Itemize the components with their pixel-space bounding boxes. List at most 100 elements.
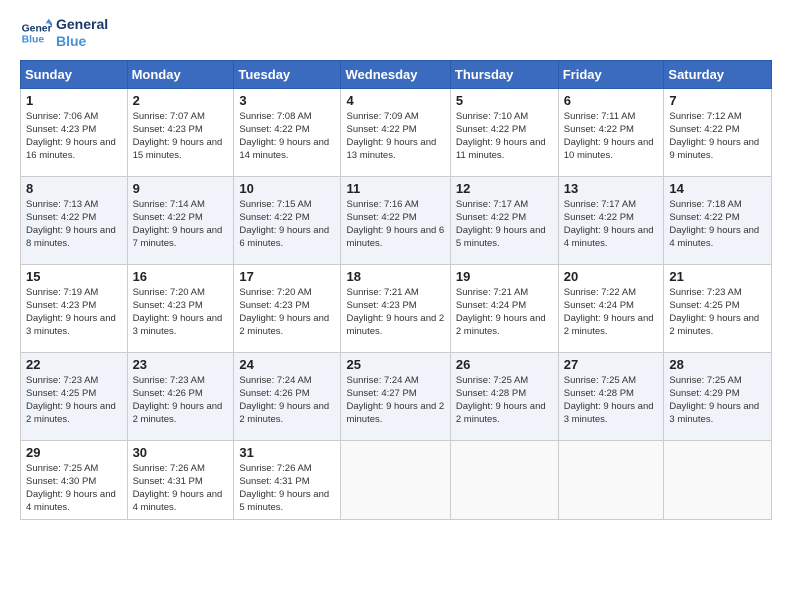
day-info: Sunrise: 7:23 AM Sunset: 4:25 PM Dayligh… [26, 374, 122, 427]
day-number: 16 [133, 269, 229, 284]
calendar-cell: 15 Sunrise: 7:19 AM Sunset: 4:23 PM Dayl… [21, 264, 128, 352]
day-info: Sunrise: 7:14 AM Sunset: 4:22 PM Dayligh… [133, 198, 229, 251]
day-info: Sunrise: 7:21 AM Sunset: 4:23 PM Dayligh… [346, 286, 444, 339]
weekday-header-wednesday: Wednesday [341, 60, 450, 88]
day-info: Sunrise: 7:25 AM Sunset: 4:28 PM Dayligh… [564, 374, 659, 427]
calendar-cell: 18 Sunrise: 7:21 AM Sunset: 4:23 PM Dayl… [341, 264, 450, 352]
day-info: Sunrise: 7:17 AM Sunset: 4:22 PM Dayligh… [456, 198, 553, 251]
calendar-cell: 5 Sunrise: 7:10 AM Sunset: 4:22 PM Dayli… [450, 88, 558, 176]
calendar-table: SundayMondayTuesdayWednesdayThursdayFrid… [20, 60, 772, 520]
day-number: 23 [133, 357, 229, 372]
day-info: Sunrise: 7:24 AM Sunset: 4:27 PM Dayligh… [346, 374, 444, 427]
day-number: 25 [346, 357, 444, 372]
day-info: Sunrise: 7:10 AM Sunset: 4:22 PM Dayligh… [456, 110, 553, 163]
day-info: Sunrise: 7:22 AM Sunset: 4:24 PM Dayligh… [564, 286, 659, 339]
day-number: 22 [26, 357, 122, 372]
day-number: 8 [26, 181, 122, 196]
calendar-cell: 7 Sunrise: 7:12 AM Sunset: 4:22 PM Dayli… [664, 88, 772, 176]
svg-text:Blue: Blue [22, 34, 45, 45]
day-number: 9 [133, 181, 229, 196]
calendar-cell: 31 Sunrise: 7:26 AM Sunset: 4:31 PM Dayl… [234, 440, 341, 519]
day-info: Sunrise: 7:25 AM Sunset: 4:28 PM Dayligh… [456, 374, 553, 427]
calendar-cell: 12 Sunrise: 7:17 AM Sunset: 4:22 PM Dayl… [450, 176, 558, 264]
calendar-cell: 8 Sunrise: 7:13 AM Sunset: 4:22 PM Dayli… [21, 176, 128, 264]
generalblue-logo-icon: General Blue [20, 17, 52, 49]
calendar-cell: 24 Sunrise: 7:24 AM Sunset: 4:26 PM Dayl… [234, 352, 341, 440]
day-number: 3 [239, 93, 335, 108]
day-info: Sunrise: 7:17 AM Sunset: 4:22 PM Dayligh… [564, 198, 659, 251]
calendar-cell: 16 Sunrise: 7:20 AM Sunset: 4:23 PM Dayl… [127, 264, 234, 352]
weekday-header-row: SundayMondayTuesdayWednesdayThursdayFrid… [21, 60, 772, 88]
day-number: 18 [346, 269, 444, 284]
calendar-cell [664, 440, 772, 519]
calendar-cell: 23 Sunrise: 7:23 AM Sunset: 4:26 PM Dayl… [127, 352, 234, 440]
day-number: 20 [564, 269, 659, 284]
day-info: Sunrise: 7:07 AM Sunset: 4:23 PM Dayligh… [133, 110, 229, 163]
calendar-cell: 20 Sunrise: 7:22 AM Sunset: 4:24 PM Dayl… [558, 264, 664, 352]
calendar-cell: 17 Sunrise: 7:20 AM Sunset: 4:23 PM Dayl… [234, 264, 341, 352]
day-info: Sunrise: 7:26 AM Sunset: 4:31 PM Dayligh… [239, 462, 335, 515]
day-number: 15 [26, 269, 122, 284]
calendar-cell: 28 Sunrise: 7:25 AM Sunset: 4:29 PM Dayl… [664, 352, 772, 440]
day-number: 6 [564, 93, 659, 108]
day-info: Sunrise: 7:11 AM Sunset: 4:22 PM Dayligh… [564, 110, 659, 163]
day-info: Sunrise: 7:19 AM Sunset: 4:23 PM Dayligh… [26, 286, 122, 339]
calendar-cell: 2 Sunrise: 7:07 AM Sunset: 4:23 PM Dayli… [127, 88, 234, 176]
calendar-cell: 27 Sunrise: 7:25 AM Sunset: 4:28 PM Dayl… [558, 352, 664, 440]
calendar-cell: 19 Sunrise: 7:21 AM Sunset: 4:24 PM Dayl… [450, 264, 558, 352]
day-info: Sunrise: 7:25 AM Sunset: 4:30 PM Dayligh… [26, 462, 122, 515]
day-info: Sunrise: 7:12 AM Sunset: 4:22 PM Dayligh… [669, 110, 766, 163]
calendar-cell: 30 Sunrise: 7:26 AM Sunset: 4:31 PM Dayl… [127, 440, 234, 519]
calendar-cell: 21 Sunrise: 7:23 AM Sunset: 4:25 PM Dayl… [664, 264, 772, 352]
day-info: Sunrise: 7:20 AM Sunset: 4:23 PM Dayligh… [239, 286, 335, 339]
day-info: Sunrise: 7:06 AM Sunset: 4:23 PM Dayligh… [26, 110, 122, 163]
day-info: Sunrise: 7:16 AM Sunset: 4:22 PM Dayligh… [346, 198, 444, 251]
day-number: 5 [456, 93, 553, 108]
calendar-cell [341, 440, 450, 519]
calendar-cell: 1 Sunrise: 7:06 AM Sunset: 4:23 PM Dayli… [21, 88, 128, 176]
calendar-cell: 14 Sunrise: 7:18 AM Sunset: 4:22 PM Dayl… [664, 176, 772, 264]
day-info: Sunrise: 7:26 AM Sunset: 4:31 PM Dayligh… [133, 462, 229, 515]
day-number: 24 [239, 357, 335, 372]
weekday-header-saturday: Saturday [664, 60, 772, 88]
day-info: Sunrise: 7:23 AM Sunset: 4:25 PM Dayligh… [669, 286, 766, 339]
day-number: 29 [26, 445, 122, 460]
calendar-cell: 10 Sunrise: 7:15 AM Sunset: 4:22 PM Dayl… [234, 176, 341, 264]
logo-blue: Blue [56, 33, 108, 50]
calendar-cell [450, 440, 558, 519]
calendar-cell: 13 Sunrise: 7:17 AM Sunset: 4:22 PM Dayl… [558, 176, 664, 264]
day-number: 12 [456, 181, 553, 196]
day-info: Sunrise: 7:08 AM Sunset: 4:22 PM Dayligh… [239, 110, 335, 163]
weekday-header-sunday: Sunday [21, 60, 128, 88]
calendar-cell: 25 Sunrise: 7:24 AM Sunset: 4:27 PM Dayl… [341, 352, 450, 440]
day-info: Sunrise: 7:09 AM Sunset: 4:22 PM Dayligh… [346, 110, 444, 163]
header: General Blue General Blue [20, 16, 772, 50]
day-number: 4 [346, 93, 444, 108]
day-number: 17 [239, 269, 335, 284]
calendar-cell: 11 Sunrise: 7:16 AM Sunset: 4:22 PM Dayl… [341, 176, 450, 264]
day-info: Sunrise: 7:24 AM Sunset: 4:26 PM Dayligh… [239, 374, 335, 427]
svg-text:General: General [22, 23, 52, 34]
day-number: 13 [564, 181, 659, 196]
day-number: 14 [669, 181, 766, 196]
calendar-cell: 26 Sunrise: 7:25 AM Sunset: 4:28 PM Dayl… [450, 352, 558, 440]
day-info: Sunrise: 7:13 AM Sunset: 4:22 PM Dayligh… [26, 198, 122, 251]
page: General Blue General Blue SundayMondayTu… [0, 0, 792, 612]
day-info: Sunrise: 7:21 AM Sunset: 4:24 PM Dayligh… [456, 286, 553, 339]
calendar-cell [558, 440, 664, 519]
day-number: 26 [456, 357, 553, 372]
day-number: 7 [669, 93, 766, 108]
day-number: 27 [564, 357, 659, 372]
day-number: 30 [133, 445, 229, 460]
calendar-cell: 6 Sunrise: 7:11 AM Sunset: 4:22 PM Dayli… [558, 88, 664, 176]
day-info: Sunrise: 7:18 AM Sunset: 4:22 PM Dayligh… [669, 198, 766, 251]
calendar-cell: 3 Sunrise: 7:08 AM Sunset: 4:22 PM Dayli… [234, 88, 341, 176]
day-number: 11 [346, 181, 444, 196]
day-info: Sunrise: 7:25 AM Sunset: 4:29 PM Dayligh… [669, 374, 766, 427]
logo: General Blue General Blue [20, 16, 108, 50]
day-number: 10 [239, 181, 335, 196]
day-number: 2 [133, 93, 229, 108]
weekday-header-monday: Monday [127, 60, 234, 88]
day-number: 1 [26, 93, 122, 108]
logo-general: General [56, 16, 108, 33]
